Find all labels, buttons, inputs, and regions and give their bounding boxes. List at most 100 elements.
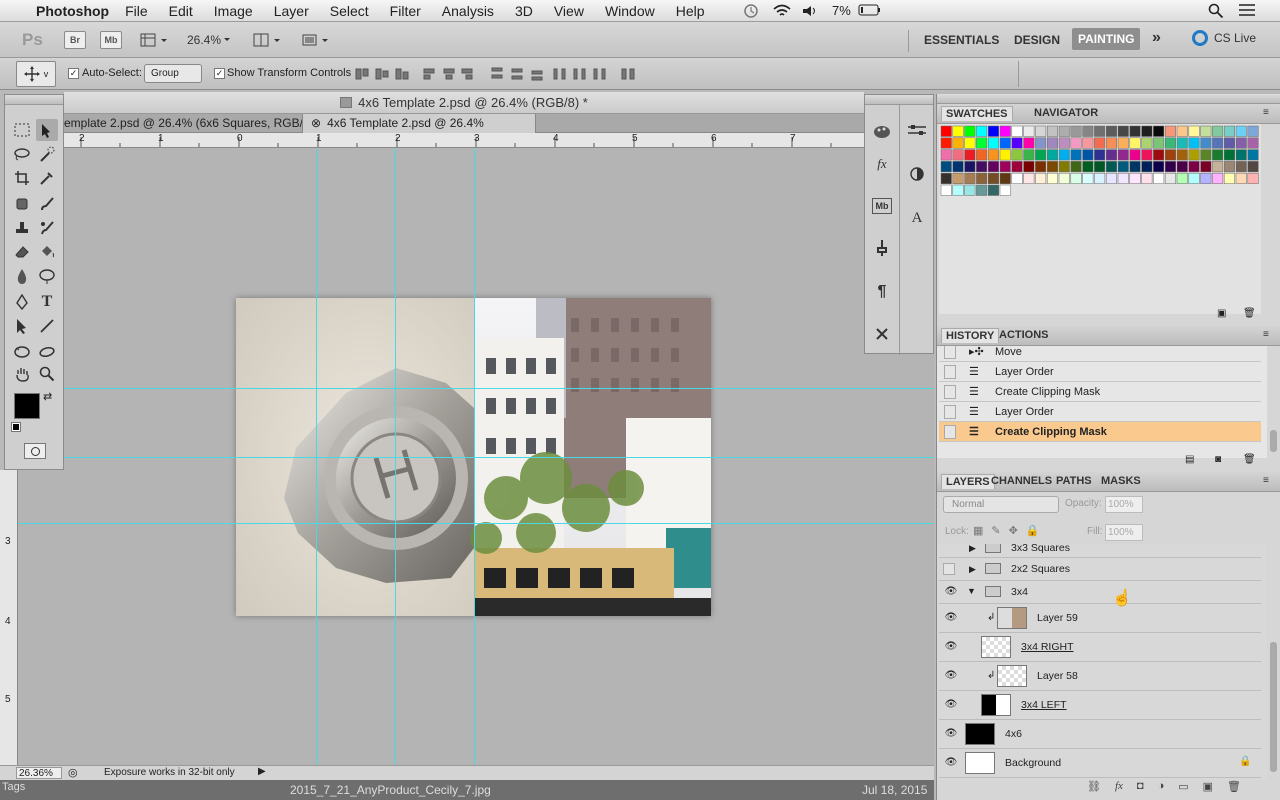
eye-icon[interactable]: 👁 — [943, 586, 959, 600]
swatch[interactable] — [1223, 149, 1235, 161]
swatch[interactable] — [1082, 149, 1094, 161]
layer-row[interactable]: 👁 3x4 LEFT — [939, 691, 1261, 720]
swatch[interactable] — [1129, 161, 1141, 173]
guide-vertical[interactable] — [316, 148, 317, 765]
swatch[interactable] — [1117, 137, 1129, 149]
status-menu-arrow-icon[interactable]: ▶ — [258, 766, 266, 777]
panel-menu-icon[interactable]: ≡ — [1263, 475, 1269, 486]
spotlight-icon[interactable] — [1208, 3, 1224, 19]
swatch[interactable] — [1046, 161, 1058, 173]
tab-layers[interactable]: LAYERS — [941, 474, 995, 489]
color-panel-icon[interactable] — [871, 121, 893, 143]
swatch[interactable] — [1011, 149, 1023, 161]
swatch[interactable] — [999, 125, 1011, 137]
history-item[interactable]: ☰ Layer Order — [939, 362, 1261, 382]
swatch[interactable] — [1129, 149, 1141, 161]
link-layers-icon[interactable]: ⛓ — [1087, 780, 1101, 793]
battery-icon[interactable] — [858, 3, 882, 17]
panel-menu-icon[interactable]: ≡ — [1263, 107, 1269, 118]
swatch[interactable] — [1094, 125, 1106, 137]
cs-live-icon[interactable] — [1192, 30, 1208, 46]
swatch[interactable] — [1235, 149, 1247, 161]
clone-stamp-tool-icon[interactable] — [11, 217, 33, 239]
tool-presets-panel-icon[interactable] — [871, 323, 893, 345]
adjustments-panel-icon[interactable] — [906, 119, 928, 141]
swatch[interactable] — [1141, 161, 1153, 173]
tab-6x6-squares[interactable]: emplate 2.psd @ 26.4% (6x6 Squares, RGB/… — [56, 114, 322, 133]
tab-navigator[interactable]: NAVIGATOR — [1034, 107, 1098, 119]
swatch[interactable] — [976, 149, 988, 161]
layer-row[interactable]: 👁 ↲ Layer 59 — [939, 604, 1261, 633]
swatch[interactable] — [964, 137, 976, 149]
swatch[interactable] — [1105, 137, 1117, 149]
swatch[interactable] — [1082, 125, 1094, 137]
swatch[interactable] — [999, 172, 1011, 184]
swatch[interactable] — [1105, 161, 1117, 173]
swatch[interactable] — [1235, 172, 1247, 184]
swatch[interactable] — [1164, 161, 1176, 173]
auto-select-dropdown[interactable]: Group — [144, 64, 202, 83]
spot-healing-tool-icon[interactable] — [11, 193, 33, 215]
swatch[interactable] — [1141, 172, 1153, 184]
swatch-colors[interactable] — [939, 124, 1261, 224]
swatch[interactable] — [1223, 161, 1235, 173]
swatch[interactable] — [1023, 125, 1035, 137]
swatch[interactable] — [1094, 149, 1106, 161]
menu-window[interactable]: Window — [605, 3, 655, 19]
swatch[interactable] — [999, 149, 1011, 161]
crop-tool-icon[interactable] — [11, 167, 33, 189]
swatch[interactable] — [1011, 125, 1023, 137]
swatch[interactable] — [976, 137, 988, 149]
swatch[interactable] — [1058, 161, 1070, 173]
swatch[interactable] — [964, 125, 976, 137]
canvas-area[interactable] — [18, 148, 934, 765]
lock-transparency-icon[interactable]: ▦ — [973, 524, 983, 538]
history-snapshot-checkbox[interactable] — [944, 385, 956, 399]
mini-bridge-panel-icon[interactable]: Mb — [872, 198, 892, 214]
menu-3d[interactable]: 3D — [515, 3, 533, 19]
swatch[interactable] — [1164, 137, 1176, 149]
swatch[interactable] — [1117, 161, 1129, 173]
swatch[interactable] — [1046, 149, 1058, 161]
tab-history[interactable]: HISTORY — [941, 328, 1000, 343]
menu-app-name[interactable]: Photoshop — [36, 3, 109, 19]
eye-icon[interactable]: 👁 — [943, 612, 959, 626]
lock-pixels-icon[interactable]: ✎ — [991, 524, 1000, 538]
swatch[interactable] — [1082, 172, 1094, 184]
swatch[interactable] — [1188, 149, 1200, 161]
lasso-tool-icon[interactable] — [11, 143, 33, 165]
swatch[interactable] — [1070, 125, 1082, 137]
layer-row[interactable]: 👁 Background 🔒 — [939, 749, 1261, 778]
swatch[interactable] — [1153, 161, 1165, 173]
eraser-tool-icon[interactable] — [11, 241, 33, 263]
zoom-tool-icon[interactable] — [36, 363, 58, 385]
path-selection-tool-icon[interactable] — [11, 315, 33, 337]
swatch[interactable] — [976, 125, 988, 137]
layer-row[interactable]: 👁 3x4 RIGHT — [939, 633, 1261, 662]
swatch[interactable] — [1129, 137, 1141, 149]
foreground-color-swatch[interactable] — [14, 393, 40, 419]
swatch[interactable] — [987, 184, 999, 196]
swatch[interactable] — [1235, 161, 1247, 173]
swatch[interactable] — [1247, 125, 1259, 137]
tab-channels[interactable]: CHANNELS — [991, 475, 1052, 487]
tab-swatches[interactable]: SWATCHES — [941, 106, 1013, 121]
swatch[interactable] — [952, 137, 964, 149]
swatch[interactable] — [1235, 137, 1247, 149]
swatch[interactable] — [1141, 137, 1153, 149]
tab-masks[interactable]: MASKS — [1101, 475, 1141, 487]
character-panel-icon[interactable]: A — [906, 207, 928, 229]
swatch[interactable] — [1046, 172, 1058, 184]
3d-orbit-tool-icon[interactable] — [36, 341, 58, 363]
adjustment-layer-icon[interactable]: ◑ — [1158, 780, 1165, 793]
swatch[interactable] — [964, 184, 976, 196]
close-tab-icon[interactable]: ⊗ — [311, 116, 321, 130]
swatch[interactable] — [1188, 161, 1200, 173]
brush-tool-icon[interactable] — [36, 193, 58, 215]
swatch[interactable] — [952, 149, 964, 161]
menu-analysis[interactable]: Analysis — [442, 3, 494, 19]
swatch[interactable] — [1153, 125, 1165, 137]
zoom-level-dropdown[interactable]: 26.4% — [184, 30, 236, 50]
paragraph-panel-icon[interactable]: ¶ — [871, 281, 893, 303]
layers-scrollbar[interactable] — [1270, 642, 1277, 772]
